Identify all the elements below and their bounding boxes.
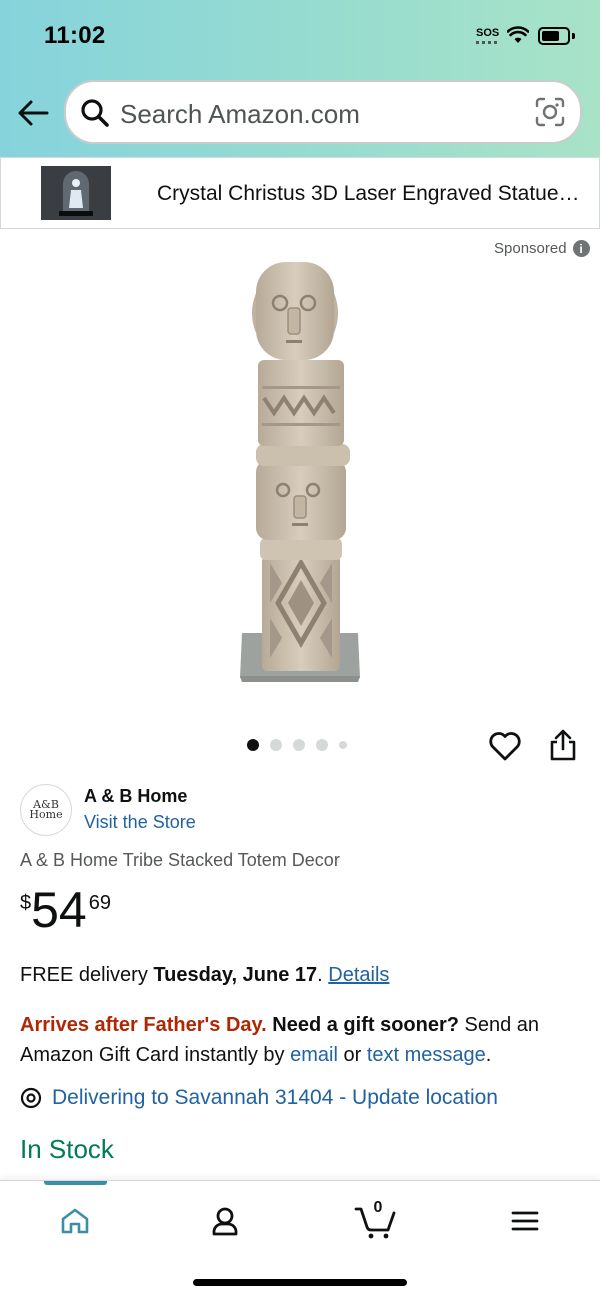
gift-email-link[interactable]: email: [290, 1044, 338, 1066]
price-whole: 54: [31, 882, 87, 938]
brand-logo[interactable]: A&B Home: [20, 784, 72, 836]
battery-icon: [538, 27, 570, 45]
ad-title[interactable]: Crystal Christus 3D Laser Engraved Statu…: [157, 182, 580, 206]
product-title: A & B Home Tribe Stacked Totem Decor: [20, 850, 340, 870]
nav-menu[interactable]: [505, 1201, 545, 1241]
search-input[interactable]: Search Amazon.com: [64, 80, 582, 144]
carousel-dot-2[interactable]: [270, 739, 282, 751]
carousel-dot-5[interactable]: [339, 741, 347, 749]
back-button[interactable]: [16, 96, 50, 130]
carousel-dot-4[interactable]: [316, 739, 328, 751]
home-icon: [61, 1208, 89, 1234]
delivery-suffix: .: [317, 964, 329, 986]
sos-indicator: SOS: [476, 27, 500, 39]
menu-icon: [511, 1211, 539, 1231]
location-text[interactable]: Delivering to Savannah 31404 - Update lo…: [52, 1086, 498, 1110]
signal-icon: [476, 41, 498, 44]
gift-text-3: .: [485, 1044, 492, 1066]
gift-sms-link[interactable]: text message: [367, 1044, 486, 1066]
back-arrow-icon: [18, 100, 49, 126]
price-symbol: $: [20, 892, 32, 914]
heart-icon[interactable]: [488, 730, 522, 762]
battery-level: [542, 31, 559, 41]
wifi-icon: [507, 26, 529, 43]
delivery-prefix: FREE delivery: [20, 964, 154, 986]
carousel-dot-1[interactable]: [247, 739, 259, 751]
delivery-details-link[interactable]: Details: [328, 964, 389, 986]
account-icon: [212, 1207, 238, 1236]
delivery-info: FREE delivery Tuesday, June 17. Details: [20, 964, 389, 987]
product-price: $ 54 69: [20, 884, 111, 936]
nav-cart[interactable]: 0: [354, 1199, 398, 1241]
image-carousel-dots[interactable]: [247, 739, 347, 751]
search-icon: [81, 99, 109, 127]
delivery-date: Tuesday, June 17: [153, 964, 318, 986]
carousel-dot-3[interactable]: [293, 739, 305, 751]
fathers-day-warning: Arrives after Father's Day.: [20, 1014, 267, 1036]
brand-logo-text: A&B Home: [29, 798, 63, 821]
gift-question: Need a gift sooner?: [266, 1014, 459, 1036]
status-time: 11:02: [44, 22, 106, 49]
visit-store-link[interactable]: Visit the Store: [84, 812, 196, 833]
camera-icon[interactable]: [534, 96, 566, 128]
price-fraction: 69: [88, 892, 111, 914]
stock-status: In Stock: [20, 1134, 114, 1164]
sponsored-ad-banner[interactable]: Crystal Christus 3D Laser Engraved Statu…: [0, 157, 600, 229]
gift-message: Arrives after Father's Day. Need a gift …: [20, 1010, 585, 1070]
delivery-location[interactable]: Delivering to Savannah 31404 - Update lo…: [20, 1086, 498, 1110]
share-icon[interactable]: [548, 728, 578, 762]
ad-thumbnail: [41, 166, 111, 220]
cart-count: 0: [373, 1199, 383, 1216]
brand-name[interactable]: A & B Home: [84, 786, 187, 807]
top-header: 11:02 SOS Search Amazon.com: [0, 0, 600, 158]
gift-text-2: or: [337, 1044, 367, 1066]
active-tab-indicator: [44, 1181, 107, 1185]
product-image[interactable]: [230, 258, 370, 688]
sponsored-label[interactable]: Sponsored i: [494, 240, 590, 257]
nav-home[interactable]: [55, 1201, 95, 1241]
home-indicator-bar: [193, 1279, 407, 1286]
location-pin-icon: [20, 1087, 42, 1109]
sponsored-text: Sponsored: [494, 240, 567, 257]
info-icon[interactable]: i: [572, 240, 590, 257]
battery-cap: [572, 33, 575, 39]
search-placeholder: Search Amazon.com: [120, 99, 360, 129]
nav-account[interactable]: [205, 1201, 245, 1241]
